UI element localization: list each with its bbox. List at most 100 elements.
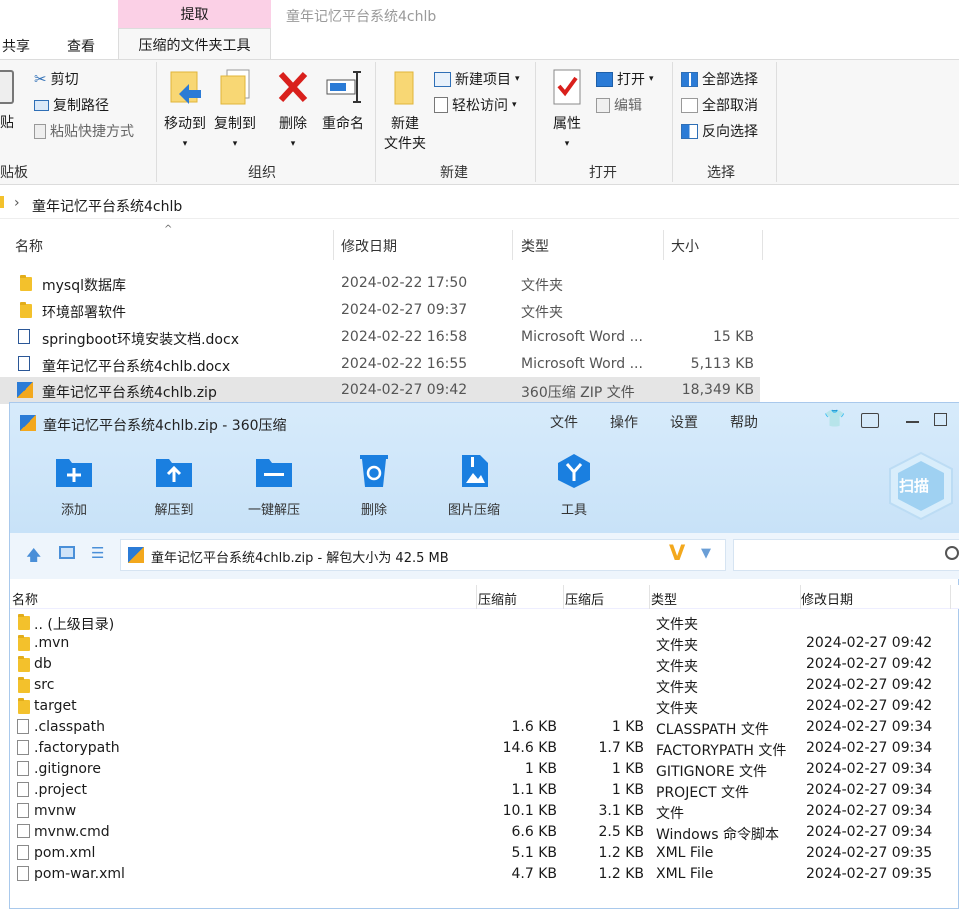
tab-view[interactable]: 查看	[67, 36, 95, 56]
group-divider	[535, 62, 536, 182]
file-row[interactable]: springboot环境安装文档.docx 2024-02-22 16:58 M…	[0, 324, 760, 351]
cut-button[interactable]: ✂ 剪切	[34, 69, 79, 89]
ribbon-context-tab-extract[interactable]: 提取	[118, 0, 271, 28]
address-path[interactable]: 童年记忆平台系统4chlb	[32, 196, 182, 216]
archive-row[interactable]: pom-war.xml 4.7 KB 1.2 KB XML File 2024-02-2…	[10, 864, 959, 885]
extract-folder-icon	[154, 453, 194, 489]
gear-icon	[17, 824, 30, 838]
chevron-down-icon[interactable]: ▼	[701, 546, 711, 561]
archive-row[interactable]: .project 1.1 KB 1 KB PROJECT 文件 2024-02-27 0…	[10, 780, 959, 801]
up-arrow-icon[interactable]: 🡅	[26, 545, 41, 570]
tools-cube-icon	[554, 453, 594, 489]
column-header-modified[interactable]: 修改日期	[801, 589, 853, 608]
new-folder-button[interactable]: 新建 文件夹	[380, 68, 430, 154]
archive-row[interactable]: mvnw.cmd 6.6 KB 2.5 KB Windows 命令脚本 2024-02-…	[10, 822, 959, 843]
feedback-icon[interactable]	[861, 413, 879, 428]
zip-window: 童年记忆平台系统4chlb.zip - 360压缩 文件 操作 设置 帮助 👕 …	[9, 402, 959, 909]
minimize-icon[interactable]	[906, 421, 919, 423]
delete-archive-button[interactable]: 删除	[334, 453, 414, 518]
column-divider[interactable]	[649, 585, 650, 609]
folder-icon	[18, 635, 30, 651]
column-header-size[interactable]: 大小	[671, 236, 699, 256]
rename-button[interactable]: 重命名	[318, 68, 368, 134]
brand-v-icon[interactable]: V	[669, 541, 685, 565]
column-divider[interactable]	[333, 230, 334, 260]
group-divider	[672, 62, 673, 182]
column-divider[interactable]	[563, 585, 564, 609]
file-row[interactable]: mysql数据库 2024-02-22 17:50 文件夹	[0, 270, 760, 297]
paste-shortcut-button[interactable]: 粘贴快捷方式	[34, 121, 134, 141]
tab-compressed-folder-tools[interactable]: 压缩的文件夹工具	[118, 28, 271, 60]
delete-button[interactable]: 删除 ▾	[271, 68, 315, 154]
edit-icon	[596, 97, 610, 113]
archive-row[interactable]: .gitignore 1 KB 1 KB GITIGNORE 文件 2024-02-27…	[10, 759, 959, 780]
column-divider[interactable]	[476, 585, 477, 609]
menu-help[interactable]: 帮助	[730, 412, 758, 432]
tab-share[interactable]: 共享	[2, 36, 30, 56]
file-icon	[17, 740, 29, 755]
column-header-before[interactable]: 压缩前	[478, 589, 517, 608]
paste-icon[interactable]	[0, 70, 14, 104]
one-click-extract-button[interactable]: 一键解压	[234, 453, 314, 518]
archive-row[interactable]: pom.xml 5.1 KB 1.2 KB XML File 2024-02-27 09…	[10, 843, 959, 864]
skin-shirt-icon[interactable]: 👕	[824, 409, 845, 429]
archive-row[interactable]: db 文件夹 2024-02-27 09:42	[10, 654, 959, 675]
properties-button[interactable]: 属性 ▾	[544, 68, 590, 154]
zip-archive-icon	[17, 382, 33, 398]
easy-access-button[interactable]: 轻松访问 ▾	[434, 95, 517, 115]
new-folder-icon	[394, 71, 414, 105]
list-view-icon[interactable]: ☰	[91, 544, 104, 562]
column-divider[interactable]	[762, 230, 763, 260]
address-bar[interactable]: › 童年记忆平台系统4chlb	[0, 192, 959, 220]
tools-button[interactable]: 工具	[534, 453, 614, 518]
move-to-button[interactable]: 移动到 ▾	[160, 68, 210, 154]
scan-button[interactable]: 扫描	[886, 451, 956, 521]
archive-row[interactable]: .factorypath 14.6 KB 1.7 KB FACTORYPATH 文件 2…	[10, 738, 959, 759]
file-row[interactable]: 环境部署软件 2024-02-27 09:37 文件夹	[0, 297, 760, 324]
archive-row[interactable]: target 文件夹 2024-02-27 09:42	[10, 696, 959, 717]
file-row[interactable]: 童年记忆平台系统4chlb.docx 2024-02-22 16:55 Micr…	[0, 351, 760, 378]
archive-row[interactable]: .mvn 文件夹 2024-02-27 09:42	[10, 633, 959, 654]
search-icon[interactable]	[945, 546, 959, 560]
column-header-type[interactable]: 类型	[521, 236, 549, 256]
column-divider[interactable]	[950, 585, 951, 609]
image-compress-button[interactable]: 图片压缩	[434, 453, 514, 518]
rename-icon	[326, 71, 361, 103]
column-header-name[interactable]: 名称	[12, 589, 38, 608]
column-divider[interactable]	[663, 230, 664, 260]
maximize-icon[interactable]	[934, 413, 947, 426]
window-title: 童年记忆平台系统4chlb	[286, 9, 437, 25]
menu-operation[interactable]: 操作	[610, 412, 638, 432]
paste-button-label[interactable]: 贴	[0, 112, 14, 132]
copy-path-button[interactable]: 复制路径	[34, 95, 109, 115]
search-input[interactable]	[733, 539, 959, 571]
archive-row[interactable]: .classpath 1.6 KB 1 KB CLASSPATH 文件 2024-02-…	[10, 717, 959, 738]
select-none-button[interactable]: 全部取消	[681, 95, 758, 115]
archive-path-bar[interactable]: 童年记忆平台系统4chlb.zip - 解包大小为 42.5 MB V ▼	[120, 539, 726, 571]
menu-file[interactable]: 文件	[550, 412, 578, 432]
menu-settings[interactable]: 设置	[670, 412, 698, 432]
archive-row[interactable]: .. (上级目录) 文件夹	[10, 612, 959, 633]
move-to-icon	[170, 71, 201, 104]
archive-row[interactable]: src 文件夹 2024-02-27 09:42	[10, 675, 959, 696]
invert-selection-button[interactable]: 反向选择	[681, 121, 758, 141]
add-button[interactable]: 添加	[34, 453, 114, 518]
column-header-type[interactable]: 类型	[651, 589, 677, 608]
copy-to-button[interactable]: 复制到 ▾	[210, 68, 260, 154]
zip-window-title: 童年记忆平台系统4chlb.zip - 360压缩	[43, 418, 287, 434]
select-all-button[interactable]: 全部选择	[681, 69, 758, 89]
folder-icon	[18, 677, 30, 693]
column-divider[interactable]	[512, 230, 513, 260]
select-none-icon	[681, 97, 698, 113]
file-row-selected[interactable]: 童年记忆平台系统4chlb.zip 2024-02-27 09:42 360压缩…	[0, 377, 760, 404]
new-item-button[interactable]: 新建项目 ▾	[434, 69, 520, 89]
extract-to-button[interactable]: 解压到	[134, 453, 214, 518]
image-compress-icon	[454, 453, 494, 489]
thumbnail-view-icon[interactable]	[59, 546, 75, 559]
column-header-after[interactable]: 压缩后	[565, 589, 604, 608]
open-button[interactable]: 打开 ▾	[596, 69, 654, 89]
column-header-modified[interactable]: 修改日期	[341, 236, 397, 256]
column-header-name[interactable]: 名称	[15, 236, 43, 256]
edit-button[interactable]: 编辑	[596, 95, 642, 115]
archive-row[interactable]: mvnw 10.1 KB 3.1 KB 文件 2024-02-27 09:34	[10, 801, 959, 822]
